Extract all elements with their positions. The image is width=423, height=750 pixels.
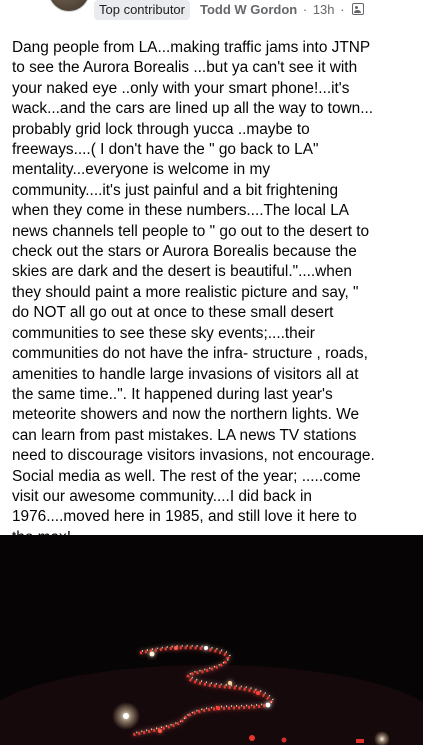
author-name[interactable]: Todd W Gordon: [200, 2, 297, 17]
post-bottom-edge: [0, 745, 423, 750]
traffic-lights-photo: [0, 535, 423, 745]
post-photo[interactable]: [0, 535, 423, 745]
meta-separator: ·: [302, 2, 308, 17]
meta-separator: ·: [340, 2, 345, 17]
post-timestamp[interactable]: 13h: [313, 2, 335, 17]
top-contributor-badge: Top contributor: [94, 0, 190, 20]
audience-icon[interactable]: [352, 3, 365, 15]
author-avatar[interactable]: [48, 0, 90, 12]
post-meta: Todd W Gordon · 13h ·: [200, 1, 365, 19]
facebook-comment-post: Top contributor Todd W Gordon · 13h · Da…: [0, 0, 423, 750]
post-header: Top contributor Todd W Gordon · 13h ·: [0, 0, 423, 24]
post-body-text: Dang people from LA...making traffic jam…: [12, 39, 375, 546]
